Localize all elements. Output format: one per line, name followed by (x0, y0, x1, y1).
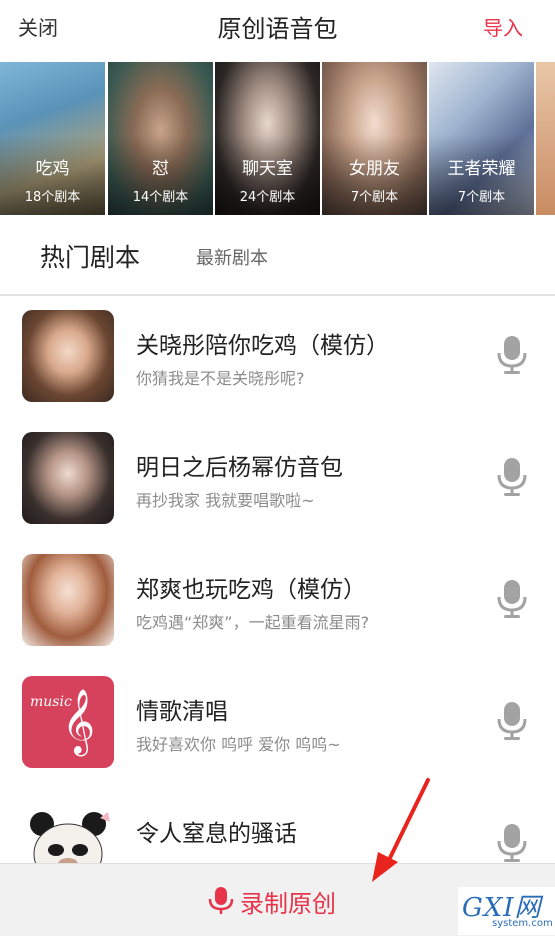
watermark-logo: GXI网 system.com (458, 887, 555, 935)
script-item[interactable]: 关晓彤陪你吃鸡（模仿） 你猜我是不是关晓彤呢? (0, 294, 555, 416)
category-card-wangzhe[interactable]: 王者荣耀 7个剧本 (429, 62, 534, 215)
tab-hot-scripts[interactable]: 热门剧本 (40, 238, 140, 274)
script-title: 令人窒息的骚话 (136, 821, 297, 847)
microphone-icon (208, 887, 234, 914)
category-strip[interactable]: 吃鸡 18个剧本 怼 14个剧本 聊天室 24个剧本 女朋友 7个剧本 王者荣耀… (0, 62, 555, 215)
script-item[interactable]: music 𝄞 情歌清唱 我好喜欢你 呜呼 爱你 呜呜~ (0, 660, 555, 782)
script-subtitle: 再抄我家 我就要唱歌啦~ (136, 491, 315, 510)
script-tabs: 热门剧本 最新剧本 (0, 222, 555, 296)
import-button[interactable]: 导入 (483, 12, 523, 41)
category-card-chatroom[interactable]: 聊天室 24个剧本 (215, 62, 320, 215)
category-count: 14个剧本 (132, 190, 189, 205)
category-card-girlfriend[interactable]: 女朋友 7个剧本 (322, 62, 427, 215)
record-original-button[interactable]: 录制原创 (208, 886, 336, 918)
script-subtitle: 我好喜欢你 呜呼 爱你 呜呜~ (136, 735, 341, 754)
category-count: 7个剧本 (457, 190, 506, 205)
record-original-label: 录制原创 (240, 889, 336, 918)
script-thumbnail-music: music 𝄞 (22, 676, 114, 768)
category-name: 女朋友 (349, 159, 400, 179)
microphone-icon[interactable] (496, 578, 528, 620)
treble-clef-icon: 𝄞 (62, 689, 96, 754)
script-thumbnail (22, 432, 114, 524)
script-thumbnail (22, 310, 114, 402)
category-name: 王者荣耀 (447, 159, 516, 179)
category-card-chiji[interactable]: 吃鸡 18个剧本 (0, 62, 105, 215)
microphone-icon[interactable] (496, 822, 528, 864)
script-title: 关晓彤陪你吃鸡（模仿） (136, 333, 389, 359)
category-count: 24个剧本 (239, 190, 296, 205)
script-title: 郑爽也玩吃鸡（模仿） (136, 577, 366, 603)
script-title: 情歌清唱 (136, 699, 228, 725)
watermark-domain: system.com (492, 918, 553, 929)
category-name: 聊天室 (242, 159, 293, 179)
tab-new-scripts[interactable]: 最新剧本 (196, 244, 268, 270)
microphone-icon[interactable] (496, 334, 528, 376)
category-card-dui[interactable]: 怼 14个剧本 (108, 62, 213, 215)
top-bar: 关闭 原创语音包 导入 (0, 0, 555, 52)
script-item[interactable]: 明日之后杨幂仿音包 再抄我家 我就要唱歌啦~ (0, 416, 555, 538)
category-name: 吃鸡 (35, 159, 70, 179)
category-count: 18个剧本 (24, 190, 81, 205)
script-item[interactable]: 郑爽也玩吃鸡（模仿） 吃鸡遇“郑爽”，一起重看流星雨? (0, 538, 555, 660)
microphone-icon[interactable] (496, 456, 528, 498)
category-card-next[interactable] (536, 62, 555, 215)
category-image (536, 62, 555, 215)
script-thumbnail (22, 554, 114, 646)
script-title: 明日之后杨幂仿音包 (136, 455, 343, 481)
script-subtitle: 吃鸡遇“郑爽”，一起重看流星雨? (136, 613, 370, 632)
category-count: 7个剧本 (350, 190, 399, 205)
category-name: 怼 (152, 159, 169, 179)
red-arrow-annotation (372, 778, 430, 882)
page-title: 原创语音包 (217, 15, 338, 43)
microphone-icon[interactable] (496, 700, 528, 742)
script-subtitle: 你猜我是不是关晓彤呢? (136, 369, 305, 388)
